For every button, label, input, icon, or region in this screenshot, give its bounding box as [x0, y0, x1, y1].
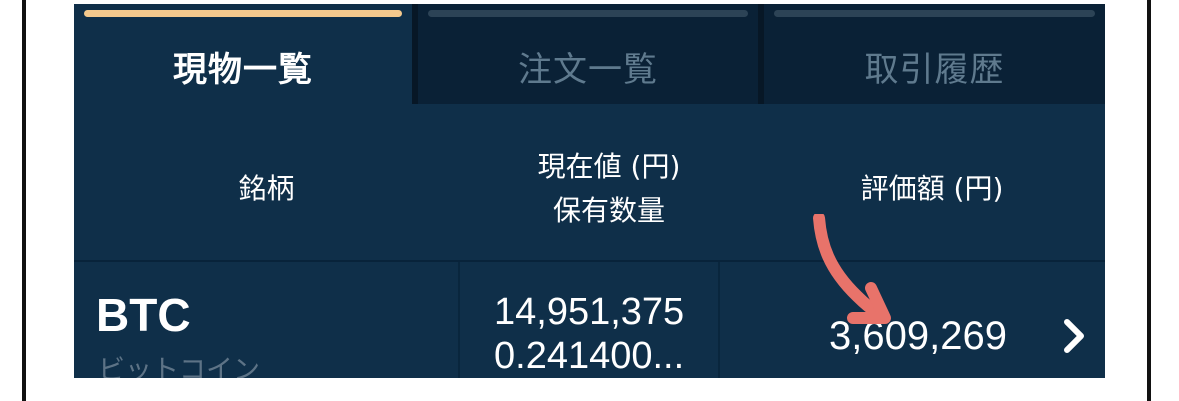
- row-symbol: BTC: [96, 289, 191, 341]
- tab-history[interactable]: 取引履歴: [764, 4, 1105, 104]
- hand-drawn-arrow-icon: [813, 214, 891, 324]
- row-price-quantity: 14,951,375 0.241400...: [474, 290, 759, 378]
- column-header-price-label: 現在値 (円): [537, 149, 681, 183]
- tab-bar-bottom: [74, 104, 1105, 117]
- cell-divider: [458, 262, 460, 378]
- chevron-right-icon[interactable]: [1059, 318, 1089, 354]
- cell-divider: [718, 262, 720, 378]
- column-header-symbol-label: 銘柄: [238, 171, 295, 205]
- tab-bar: 現物一覧 注文一覧 取引履歴: [74, 4, 1105, 104]
- column-header-price: 現在値 (円) 保有数量: [459, 117, 759, 260]
- holdings-panel: 現物一覧 注文一覧 取引履歴 銘柄 現在値 (円) 保有数量 評価額 (円) B…: [74, 4, 1105, 378]
- tab-label: 取引履歴: [864, 50, 1005, 90]
- tab-orders[interactable]: 注文一覧: [418, 4, 758, 104]
- tab-holdings[interactable]: 現物一覧: [74, 4, 412, 104]
- row-symbol-name: ビットコイン: [98, 355, 260, 378]
- column-header-quantity-label: 保有数量: [552, 193, 665, 227]
- table-row[interactable]: BTC ビットコイン 14,951,375 0.241400... 3,609,…: [74, 262, 1105, 378]
- column-header-value-label: 評価額 (円): [860, 171, 1004, 205]
- column-header-symbol: 銘柄: [74, 117, 459, 260]
- tab-label: 注文一覧: [518, 50, 658, 90]
- tab-indicator: [774, 10, 1095, 17]
- tab-indicator: [428, 10, 748, 17]
- tab-active-indicator: [84, 10, 402, 17]
- tab-label: 現物一覧: [173, 50, 313, 90]
- table-header: 銘柄 現在値 (円) 保有数量 評価額 (円): [74, 117, 1105, 262]
